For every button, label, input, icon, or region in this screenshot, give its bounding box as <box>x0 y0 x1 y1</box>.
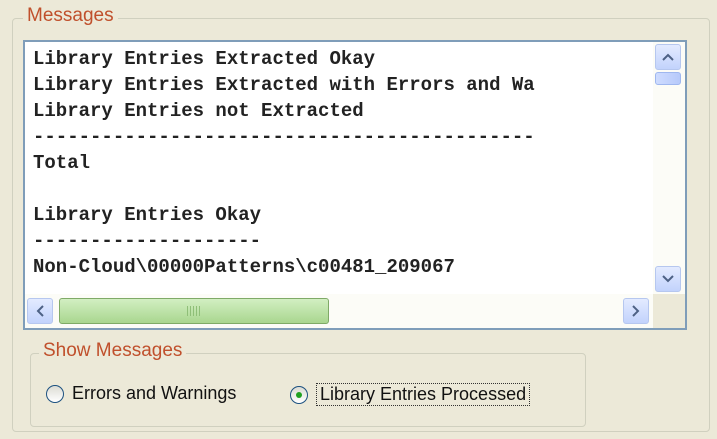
scrollbar-corner <box>653 294 685 328</box>
message-line: Non-Cloud\00000Patterns\c00481_209067 <box>33 256 455 278</box>
scroll-up-button[interactable] <box>655 44 681 70</box>
chevron-right-icon <box>632 305 640 317</box>
grip-icon <box>187 306 201 316</box>
vertical-scrollbar[interactable] <box>653 42 685 294</box>
message-line: Library Entries Okay <box>33 204 262 226</box>
scroll-right-button[interactable] <box>623 298 649 324</box>
message-line: Library Entries Extracted with Errors an… <box>33 74 535 96</box>
horizontal-scroll-thumb[interactable] <box>59 298 329 324</box>
radio-selected-icon <box>290 385 308 404</box>
scroll-down-button[interactable] <box>655 266 681 292</box>
chevron-left-icon <box>36 305 44 317</box>
messages-group-title: Messages <box>23 5 118 27</box>
radio-unselected-icon <box>46 384 64 403</box>
chevron-up-icon <box>662 53 674 61</box>
message-line: -------------------- <box>33 230 262 252</box>
horizontal-scrollbar[interactable] <box>25 294 653 328</box>
show-messages-group-title: Show Messages <box>39 340 187 362</box>
radio-label: Errors and Warnings <box>72 383 237 403</box>
message-line: ----------------------------------------… <box>33 126 535 148</box>
vertical-scroll-thumb[interactable] <box>655 72 681 85</box>
message-line: Library Entries not Extracted <box>33 100 364 122</box>
message-line: Library Entries Extracted Okay <box>33 48 376 70</box>
scroll-left-button[interactable] <box>27 298 53 324</box>
messages-text-area[interactable]: Library Entries Extracted Okay Library E… <box>25 42 653 294</box>
message-line: Total <box>33 152 91 174</box>
messages-textbox[interactable]: Library Entries Extracted Okay Library E… <box>23 40 687 330</box>
chevron-down-icon <box>662 275 674 283</box>
radio-library-entries-processed[interactable]: Library Entries Processed <box>290 383 531 406</box>
radio-errors-and-warnings[interactable]: Errors and Warnings <box>46 383 236 404</box>
radio-label: Library Entries Processed <box>316 383 531 406</box>
